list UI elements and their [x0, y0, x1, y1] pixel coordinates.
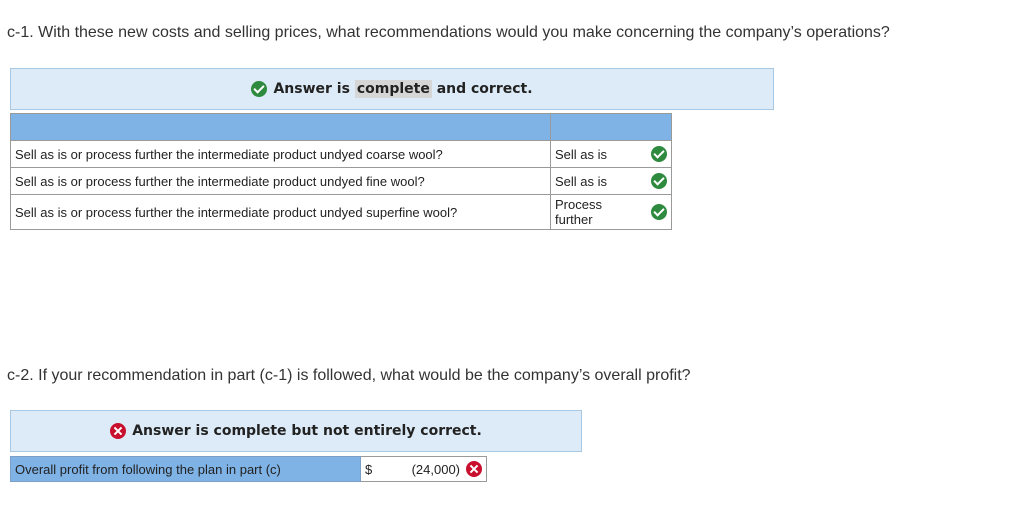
x-circle-icon	[466, 461, 482, 477]
row-answer-cell[interactable]: Process further	[550, 194, 672, 230]
row-question: Sell as is or process further the interm…	[10, 140, 551, 168]
table-row: Sell as is or process further the interm…	[10, 140, 672, 168]
overall-profit-input[interactable]: $ (24,000)	[361, 456, 487, 482]
check-circle-icon	[651, 146, 667, 162]
row-answer: Sell as is	[555, 173, 608, 189]
banner-text-highlight: complete	[354, 80, 432, 98]
table-row: Sell as is or process further the interm…	[10, 194, 672, 230]
row-answer-line1: Process	[555, 197, 602, 212]
overall-profit-value: (24,000)	[411, 461, 460, 477]
row-answer: Process further	[555, 197, 602, 227]
row-answer-cell[interactable]: Sell as is	[550, 140, 672, 168]
check-circle-icon	[651, 204, 667, 220]
row-question: Sell as is or process further the interm…	[10, 167, 551, 195]
currency-symbol: $	[365, 461, 373, 477]
row-answer: Sell as is	[555, 146, 608, 162]
answer-status-banner-c2: Answer is complete but not entirely corr…	[10, 410, 582, 452]
recommendation-table: Sell as is or process further the interm…	[10, 113, 672, 230]
answer-status-banner-c1: Answer is complete and correct.	[10, 68, 774, 110]
question-c2: c-2. If your recommendation in part (c-1…	[7, 367, 691, 384]
banner-text-post: and correct.	[431, 81, 533, 97]
header-cell-answer	[550, 113, 672, 141]
table-header-row	[10, 113, 672, 141]
table-row: Sell as is or process further the interm…	[10, 167, 672, 195]
header-cell-question	[10, 113, 551, 141]
overall-profit-label: Overall profit from following the plan i…	[10, 456, 361, 482]
x-circle-icon	[110, 423, 127, 439]
banner2-text: Answer is complete but not entirely corr…	[132, 423, 482, 439]
row-answer-line2: further	[555, 212, 593, 227]
check-circle-icon	[251, 81, 268, 97]
row-answer-cell[interactable]: Sell as is	[550, 167, 672, 195]
overall-profit-row: Overall profit from following the plan i…	[10, 456, 487, 482]
row-question: Sell as is or process further the interm…	[10, 194, 551, 230]
banner-text-pre: Answer is	[273, 81, 355, 97]
check-circle-icon	[651, 173, 667, 189]
question-c1: c-1. With these new costs and selling pr…	[7, 24, 890, 41]
